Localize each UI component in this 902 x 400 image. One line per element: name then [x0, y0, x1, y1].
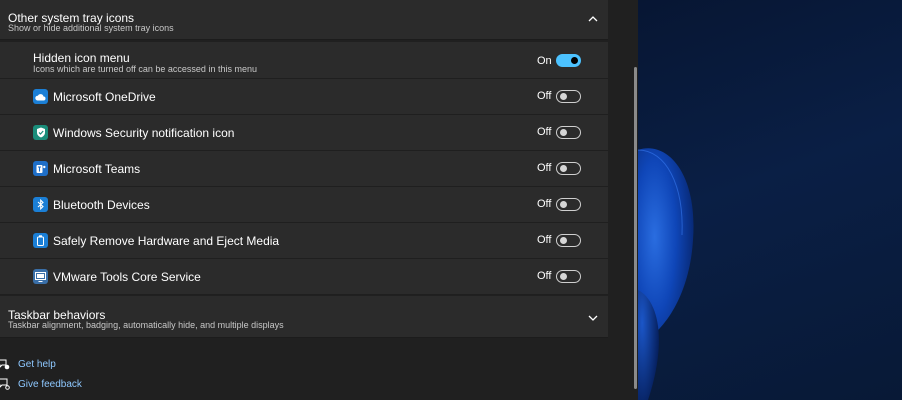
- app-label: Bluetooth Devices: [53, 198, 150, 212]
- hidden-icon-menu-toggle[interactable]: [556, 54, 581, 67]
- toggle-knob: [560, 273, 567, 280]
- teams-toggle[interactable]: [556, 162, 581, 175]
- section-subtitle: Taskbar alignment, badging, automaticall…: [8, 320, 284, 330]
- hidden-icon-menu-subtitle: Icons which are turned off can be access…: [33, 64, 257, 74]
- chevron-up-icon[interactable]: [586, 12, 600, 26]
- app-label: Microsoft OneDrive: [53, 90, 156, 104]
- app-label: Microsoft Teams: [53, 162, 141, 176]
- toggle-knob: [560, 165, 567, 172]
- toggle-state-label: Off: [537, 90, 552, 102]
- help-links: Get help Give feedback: [0, 355, 200, 395]
- give-feedback-text[interactable]: Give feedback: [18, 379, 82, 390]
- taskbar-behaviors-header[interactable]: Taskbar behaviors Taskbar alignment, bad…: [0, 296, 608, 338]
- toggle-knob: [560, 201, 567, 208]
- teams-icon: [33, 161, 48, 176]
- wallpaper-bloom-icon: [638, 148, 694, 400]
- toggle-state-label: On: [537, 55, 552, 67]
- bluetooth-icon: [33, 197, 48, 212]
- get-help-link[interactable]: Get help: [0, 355, 200, 375]
- toggle-knob: [571, 57, 578, 64]
- usb-drive-icon: [33, 233, 48, 248]
- feedback-icon: [0, 378, 10, 390]
- list-item: VMware Tools Core Service Off: [0, 259, 608, 295]
- vmware-tools-toggle[interactable]: [556, 270, 581, 283]
- cloud-icon: [33, 89, 48, 104]
- toggle-state-label: Off: [537, 198, 552, 210]
- hidden-icon-menu-row: Hidden icon menu Icons which are turned …: [0, 42, 608, 79]
- section-subtitle: Show or hide additional system tray icon…: [8, 23, 174, 33]
- bluetooth-toggle[interactable]: [556, 198, 581, 211]
- list-item: Windows Security notification icon Off: [0, 115, 608, 151]
- list-item: Safely Remove Hardware and Eject Media O…: [0, 223, 608, 259]
- toggle-state-label: Off: [537, 162, 552, 174]
- toggle-knob: [560, 129, 567, 136]
- get-help-text[interactable]: Get help: [18, 359, 56, 370]
- toggle-knob: [560, 93, 567, 100]
- hidden-icon-menu-title: Hidden icon menu: [33, 51, 130, 65]
- shield-icon: [33, 125, 48, 140]
- onedrive-toggle[interactable]: [556, 90, 581, 103]
- toggle-state-label: Off: [537, 270, 552, 282]
- desktop-wallpaper: [638, 0, 902, 400]
- safely-remove-hardware-toggle[interactable]: [556, 234, 581, 247]
- settings-pane: Other system tray icons Show or hide add…: [0, 0, 638, 400]
- help-icon: [0, 359, 10, 370]
- chevron-down-icon[interactable]: [586, 311, 600, 325]
- app-label: VMware Tools Core Service: [53, 270, 201, 284]
- toggle-state-label: Off: [537, 126, 552, 138]
- other-tray-icons-header[interactable]: Other system tray icons Show or hide add…: [0, 0, 608, 40]
- list-item: Bluetooth Devices Off: [0, 187, 608, 223]
- vmware-icon: [33, 269, 48, 284]
- tray-icon-list: Hidden icon menu Icons which are turned …: [0, 42, 608, 295]
- list-item: Microsoft Teams Off: [0, 151, 608, 187]
- app-label: Windows Security notification icon: [53, 126, 235, 140]
- scrollbar[interactable]: [634, 67, 637, 389]
- windows-security-toggle[interactable]: [556, 126, 581, 139]
- give-feedback-link[interactable]: Give feedback: [0, 375, 200, 395]
- app-label: Safely Remove Hardware and Eject Media: [53, 234, 280, 248]
- toggle-knob: [560, 237, 567, 244]
- list-item: Microsoft OneDrive Off: [0, 79, 608, 115]
- toggle-state-label: Off: [537, 234, 552, 246]
